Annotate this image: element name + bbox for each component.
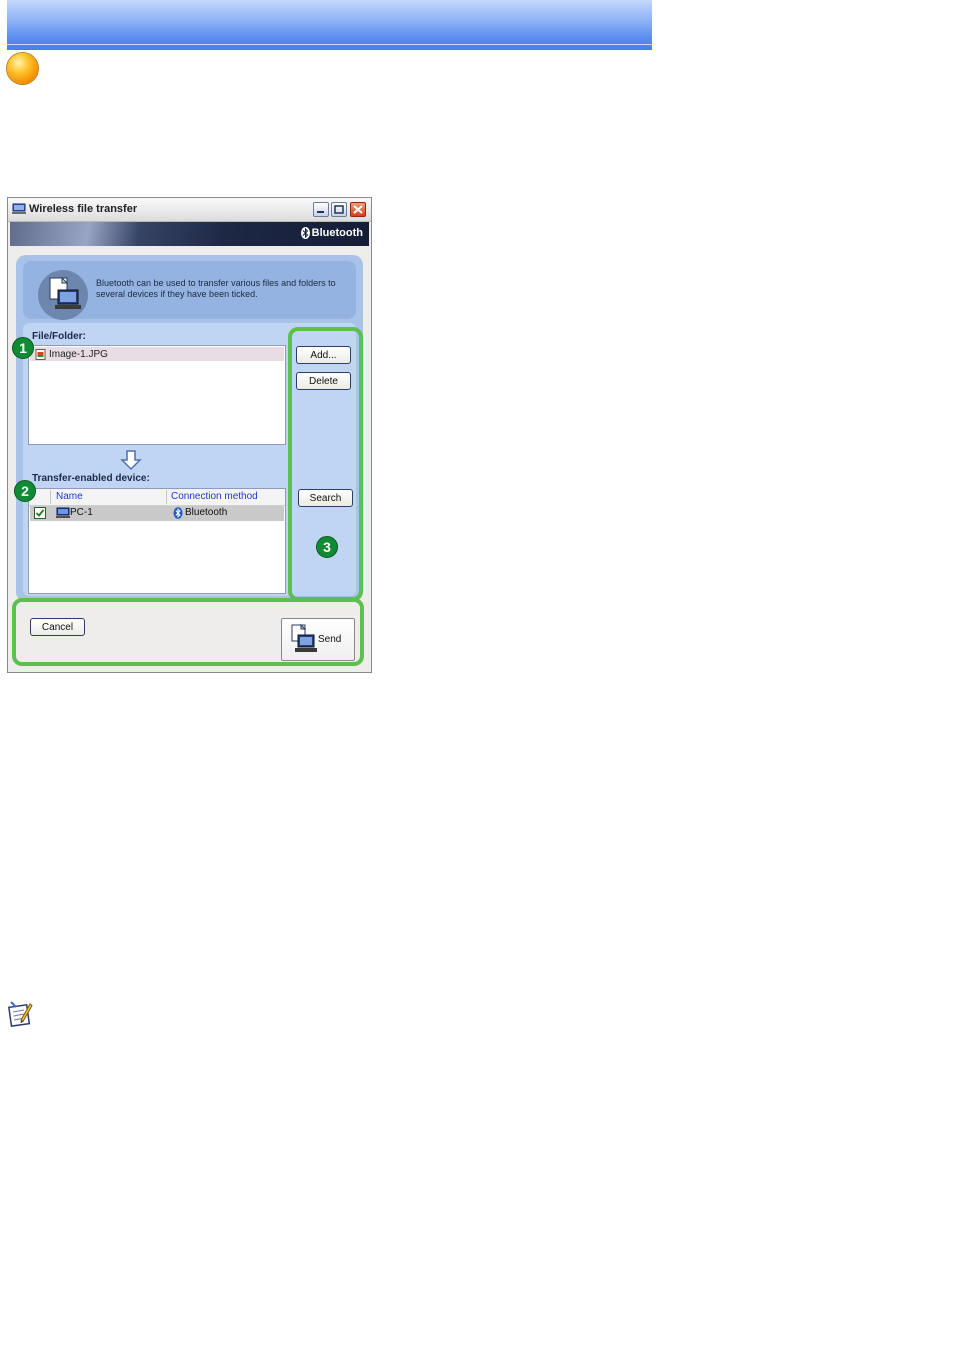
file-list[interactable]: Image-1.JPG xyxy=(28,345,286,445)
app-computer-icon xyxy=(12,203,26,214)
column-separator[interactable] xyxy=(166,490,167,504)
callout-badge-3: 3 xyxy=(316,536,338,558)
bluetooth-icon xyxy=(300,227,310,239)
file-name: Image-1.JPG xyxy=(49,348,108,360)
page-header-bar xyxy=(7,0,652,50)
device-list-header: Name Connection method xyxy=(29,489,285,506)
minimize-button[interactable] xyxy=(313,202,329,217)
column-header-name[interactable]: Name xyxy=(56,491,83,502)
file-folder-label: File/Folder: xyxy=(32,331,86,342)
callout-badge-1: 1 xyxy=(12,337,34,359)
device-name: PC-1 xyxy=(70,507,93,518)
column-separator[interactable] xyxy=(50,490,51,504)
close-button[interactable] xyxy=(350,202,366,217)
note-pen-icon xyxy=(7,1001,33,1028)
bluetooth-banner: Bluetooth xyxy=(10,222,369,246)
close-icon xyxy=(353,205,363,214)
jpg-file-icon xyxy=(35,348,46,360)
list-item[interactable]: Image-1.JPG xyxy=(30,347,284,361)
connection-method: Bluetooth xyxy=(185,507,228,518)
highlight-frame-bottom xyxy=(12,598,364,666)
pc-icon xyxy=(56,507,70,518)
table-row[interactable]: PC-1 Bluetooth xyxy=(30,506,284,521)
callout-badge-2: 2 xyxy=(14,480,36,502)
highlight-frame-right xyxy=(288,327,363,601)
device-list[interactable]: Name Connection method PC-1 Bluetooth xyxy=(28,488,286,594)
brand-label: Bluetooth xyxy=(311,227,363,239)
bluetooth-icon xyxy=(173,507,183,519)
orange-orb-icon xyxy=(7,53,38,84)
maximize-button[interactable] xyxy=(331,202,347,217)
column-header-connection[interactable]: Connection method xyxy=(171,491,258,502)
checkmark-icon xyxy=(35,509,45,517)
window-title: Wireless file transfer xyxy=(29,203,138,215)
minimize-icon xyxy=(317,211,324,213)
description-box: Bluetooth can be used to transfer variou… xyxy=(23,261,356,320)
description-text: Bluetooth can be used to transfer variou… xyxy=(96,278,336,299)
title-bar[interactable]: Wireless file transfer xyxy=(8,198,371,222)
maximize-icon xyxy=(334,205,344,214)
arrow-down-icon xyxy=(120,450,142,471)
device-checkbox[interactable] xyxy=(34,507,46,519)
bluetooth-logo: Bluetooth xyxy=(300,227,363,239)
file-transfer-icon xyxy=(38,270,88,320)
transfer-device-label: Transfer-enabled device: xyxy=(32,473,150,484)
